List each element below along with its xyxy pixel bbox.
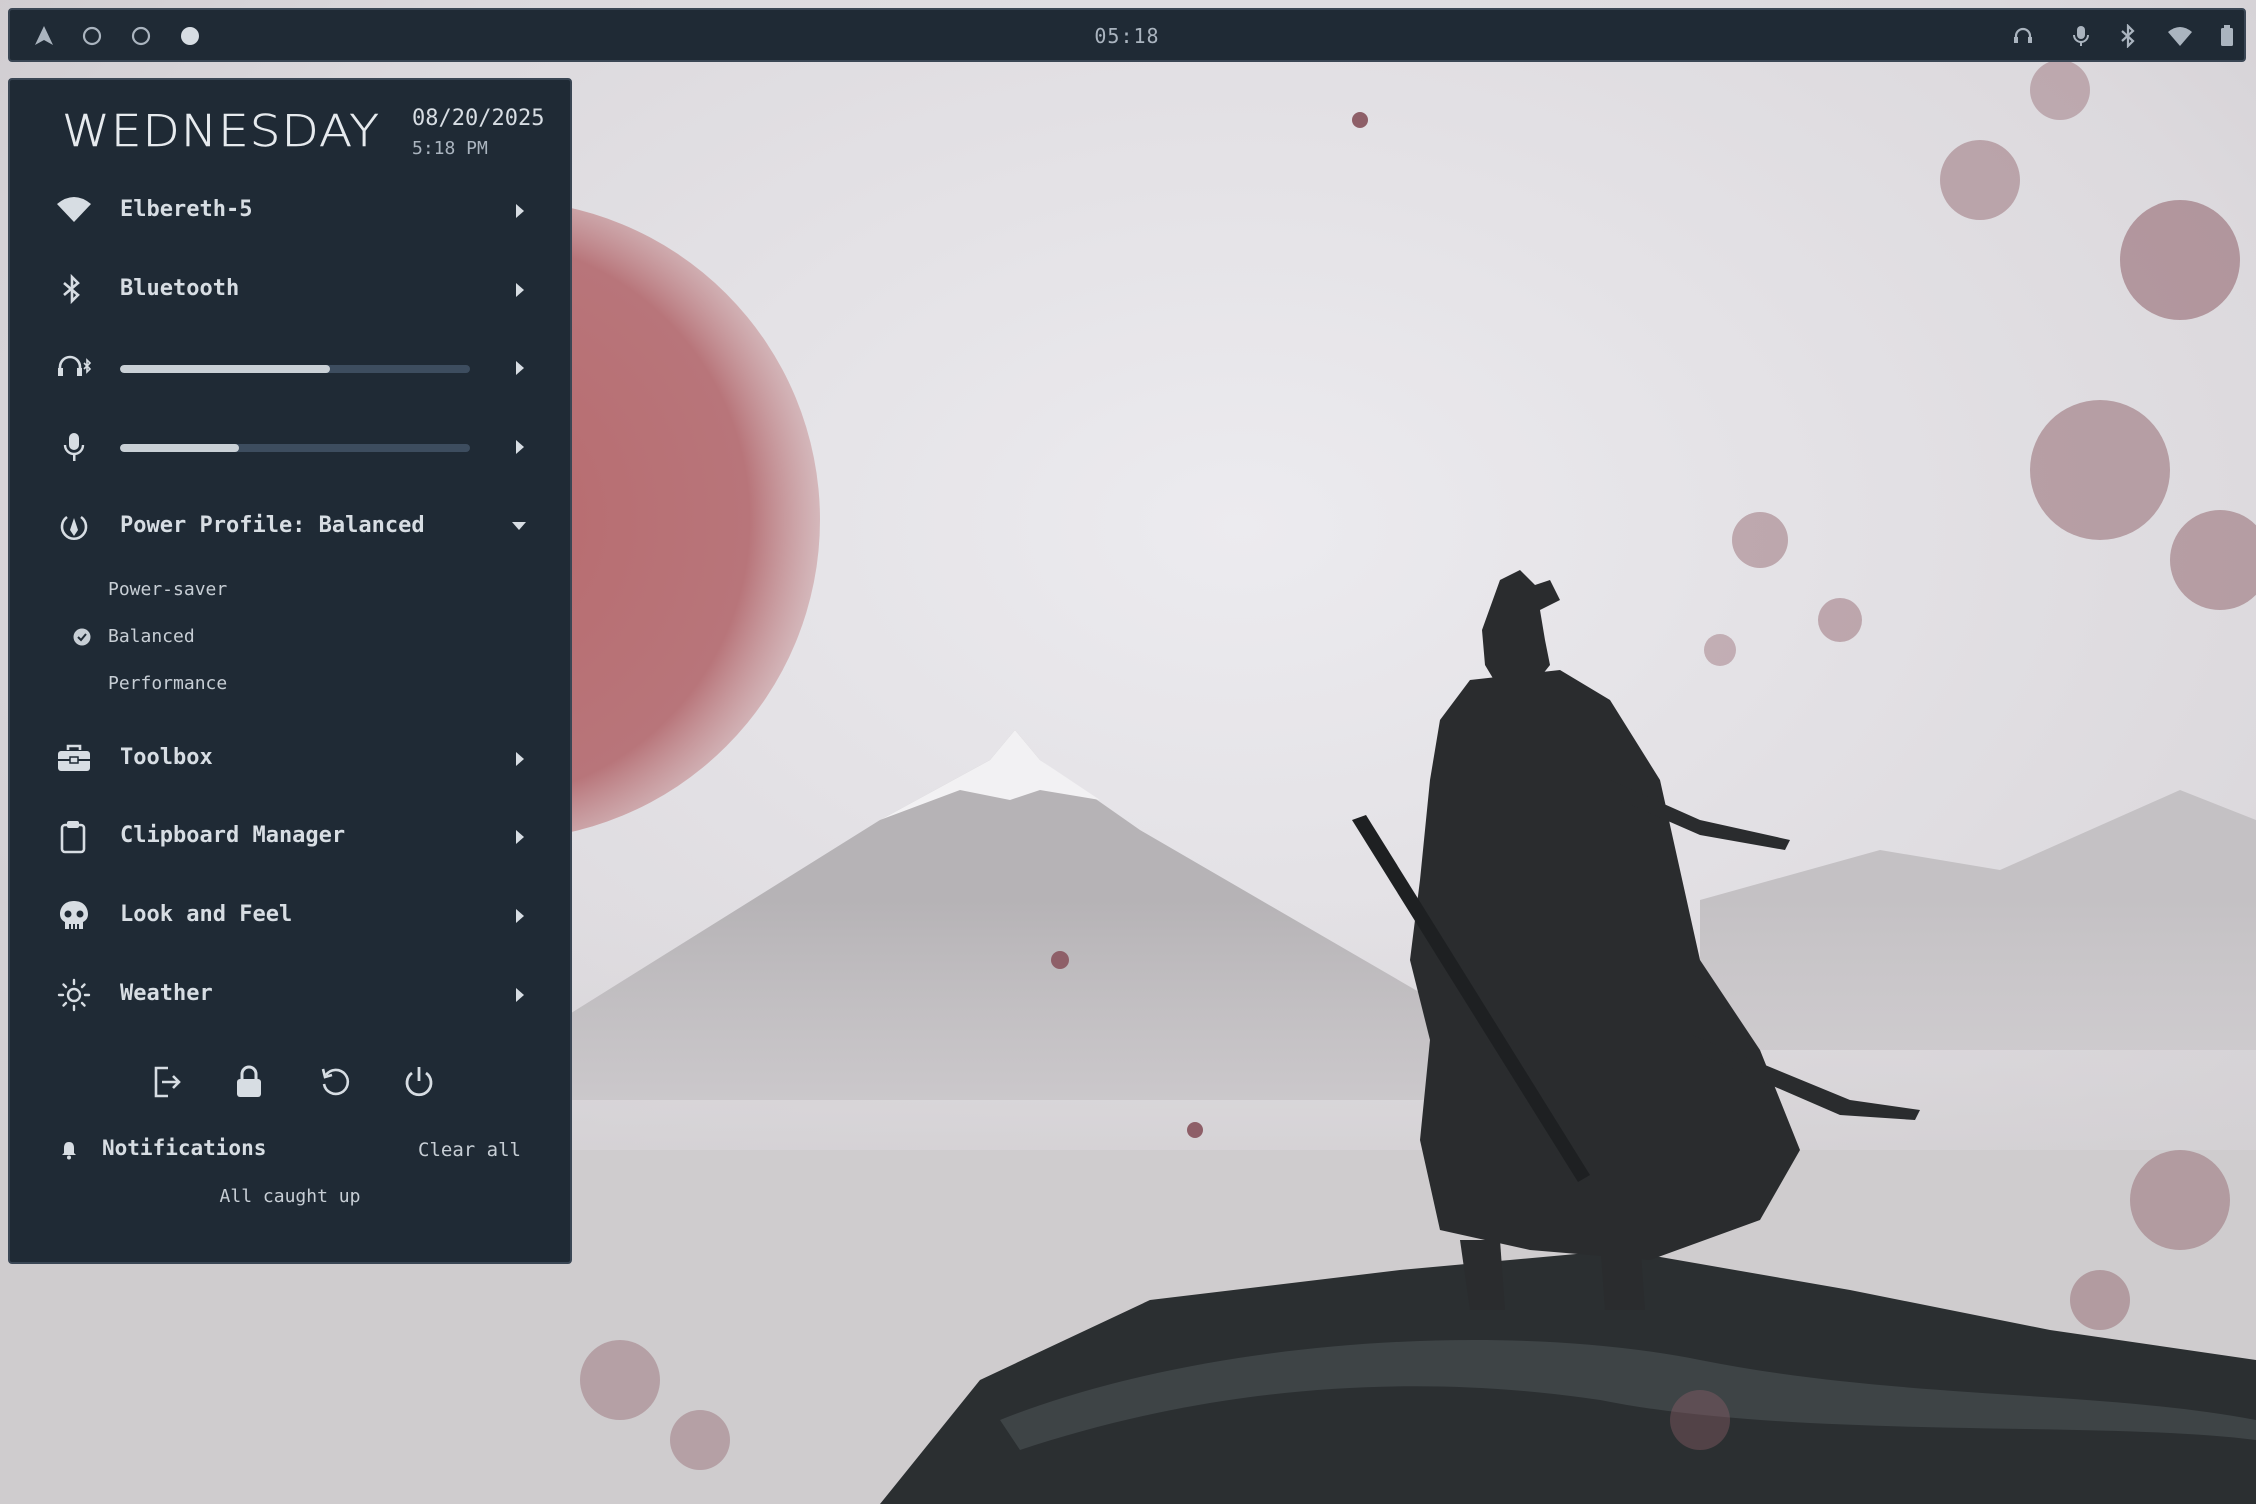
weather-row[interactable]: Weather (10, 964, 570, 1024)
wifi-row[interactable]: Elbereth-5 (10, 180, 570, 240)
sun-icon (57, 978, 91, 1012)
toolbox-icon (58, 744, 90, 771)
chevron-right-icon[interactable] (514, 281, 526, 299)
microphone-icon[interactable] (2070, 24, 2092, 48)
toolbox-row[interactable]: Toolbox (10, 728, 570, 788)
chevron-right-icon[interactable] (514, 828, 526, 846)
check-circle-icon (73, 628, 91, 646)
microphone-slider[interactable] (120, 444, 470, 452)
wifi-icon[interactable] (2167, 24, 2193, 48)
toolbox-label: Toolbox (120, 745, 213, 770)
clipboard-manager-row[interactable]: Clipboard Manager (10, 806, 570, 866)
restart-icon[interactable] (319, 1065, 353, 1099)
chevron-right-icon[interactable] (514, 438, 526, 456)
power-profile-icon (60, 515, 88, 540)
chevron-right-icon[interactable] (514, 907, 526, 925)
logout-icon[interactable] (152, 1065, 182, 1099)
notifications-empty-text: All caught up (219, 1186, 361, 1207)
weather-label: Weather (120, 981, 213, 1006)
clear-all-button[interactable]: Clear all (418, 1139, 521, 1161)
microphone-row (10, 416, 570, 476)
wifi-icon (57, 197, 91, 222)
headphones-bluetooth-icon (58, 355, 92, 376)
panel-time: 5:18 PM (412, 138, 488, 159)
power-option-balanced[interactable]: Balanced (108, 626, 195, 647)
look-and-feel-label: Look and Feel (120, 902, 293, 927)
volume-slider-fill (120, 365, 330, 373)
bluetooth-label: Bluetooth (120, 276, 240, 301)
bluetooth-row[interactable]: Bluetooth (10, 259, 570, 319)
chevron-right-icon[interactable] (514, 986, 526, 1004)
microphone-slider-fill (120, 444, 239, 452)
bluetooth-icon[interactable] (2118, 24, 2138, 48)
notifications-title: Notifications (102, 1136, 267, 1160)
look-and-feel-row[interactable]: Look and Feel (10, 885, 570, 945)
battery-icon[interactable] (2218, 24, 2236, 48)
chevron-down-icon[interactable] (510, 520, 528, 532)
power-option-performance[interactable]: Performance (108, 673, 227, 694)
topbar-clock[interactable]: 05:18 (10, 24, 2244, 48)
power-profile-row[interactable]: Power Profile: Balanced (10, 496, 570, 556)
headphones-bluetooth-icon[interactable] (2012, 24, 2038, 48)
lock-icon[interactable] (234, 1065, 264, 1099)
bluetooth-icon (63, 273, 80, 305)
control-center-panel: WEDNESDAY 08/20/2025 5:18 PM Elbereth-5 … (8, 78, 572, 1264)
power-profile-label: Power Profile: Balanced (120, 513, 425, 538)
skull-icon (60, 901, 88, 929)
bell-icon (62, 1142, 76, 1160)
volume-row (10, 337, 570, 397)
clipboard-manager-label: Clipboard Manager (120, 823, 346, 848)
svg-text:WEDNESDAY: WEDNESDAY (62, 108, 380, 154)
microphone-icon (63, 433, 85, 461)
chevron-right-icon[interactable] (514, 750, 526, 768)
chevron-right-icon[interactable] (514, 202, 526, 220)
top-bar: 05:18 (8, 8, 2246, 62)
chevron-right-icon[interactable] (514, 359, 526, 377)
wifi-label: Elbereth-5 (120, 197, 253, 222)
wednesday-logo: WEDNESDAY (62, 108, 380, 154)
panel-date: 08/20/2025 (412, 106, 545, 131)
power-option-power-saver[interactable]: Power-saver (108, 579, 227, 600)
volume-slider[interactable] (120, 365, 470, 373)
power-icon[interactable] (402, 1065, 436, 1099)
clipboard-icon (60, 821, 86, 854)
